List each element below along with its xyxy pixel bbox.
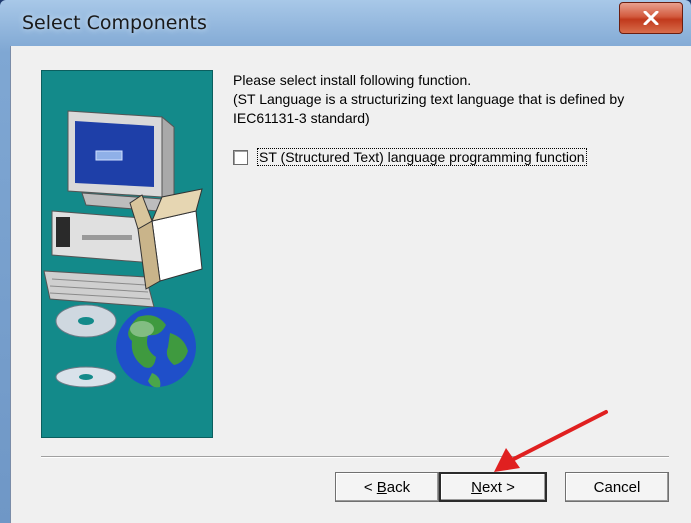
instruction-line-1: Please select install following function… — [233, 72, 472, 88]
cancel-button[interactable]: Cancel — [565, 472, 669, 502]
instruction-line-2: (ST Language is a structurizing text lan… — [233, 91, 625, 107]
title-bar[interactable]: Select Components — [0, 0, 691, 46]
cancel-label: Cancel — [593, 478, 641, 496]
back-button[interactable]: < Back — [335, 472, 439, 502]
back-prefix: < — [363, 478, 377, 496]
close-button[interactable] — [619, 2, 683, 34]
close-icon — [643, 11, 659, 25]
computer-globe-illustration — [43, 110, 203, 388]
back-mnemonic: B — [376, 478, 387, 496]
button-separator — [41, 456, 669, 458]
window-frame: Select Components Please select install … — [0, 0, 691, 523]
next-mnemonic: N — [471, 478, 482, 496]
setup-illustration — [41, 70, 213, 438]
next-rest: ext > — [481, 478, 515, 496]
dialog-body: Please select install following function… — [10, 46, 691, 523]
window-title: Select Components — [22, 12, 207, 34]
st-language-checkbox[interactable] — [233, 149, 248, 165]
st-language-label[interactable]: ST (Structured Text) language programmin… — [257, 148, 587, 166]
next-button[interactable]: Next > — [439, 472, 547, 502]
back-rest: ack — [386, 478, 411, 496]
instruction-text: Please select install following function… — [233, 71, 624, 128]
instruction-line-3: IEC61131-3 standard) — [233, 110, 370, 126]
st-language-option[interactable]: ST (Structured Text) language programmin… — [233, 148, 587, 166]
